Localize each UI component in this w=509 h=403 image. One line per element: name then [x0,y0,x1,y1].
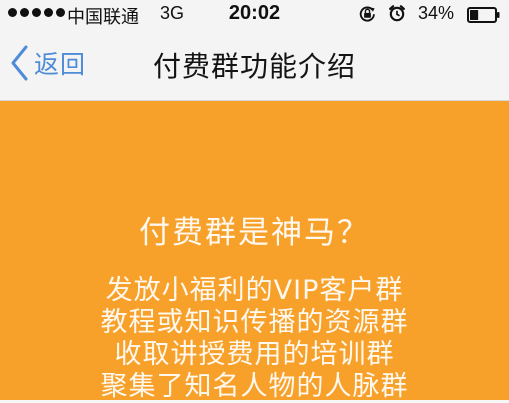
navigation-bar: 返回 付费群功能介绍 [0,30,509,101]
question-heading: 付费群是神马？ [139,215,370,251]
feature-item-vip-customer-group: 发放小福利的VIP客户群 [105,275,404,306]
feature-item-resource-group: 教程或知识传播的资源群 [100,307,409,338]
feature-item-network-group: 聚集了知名人物的人脉群 [100,371,409,402]
feature-list: 发放小福利的VIP客户群 教程或知识传播的资源群 收取讲授费用的培训群 聚集了知… [0,275,509,403]
status-bar: 中国联通 3G 20:02 34% [0,0,509,30]
alarm-icon [389,5,405,22]
feature-introduction-banner: 付费群是神马？ 发放小福利的VIP客户群 教程或知识传播的资源群 收取讲授费用的… [0,101,509,403]
page-title: 付费群功能介绍 [152,50,356,83]
feature-item-training-group: 收取讲授费用的培训群 [114,339,395,370]
rotation-lock-icon [359,6,375,22]
battery-icon [467,7,500,23]
battery-percentage: 34% [418,3,455,23]
